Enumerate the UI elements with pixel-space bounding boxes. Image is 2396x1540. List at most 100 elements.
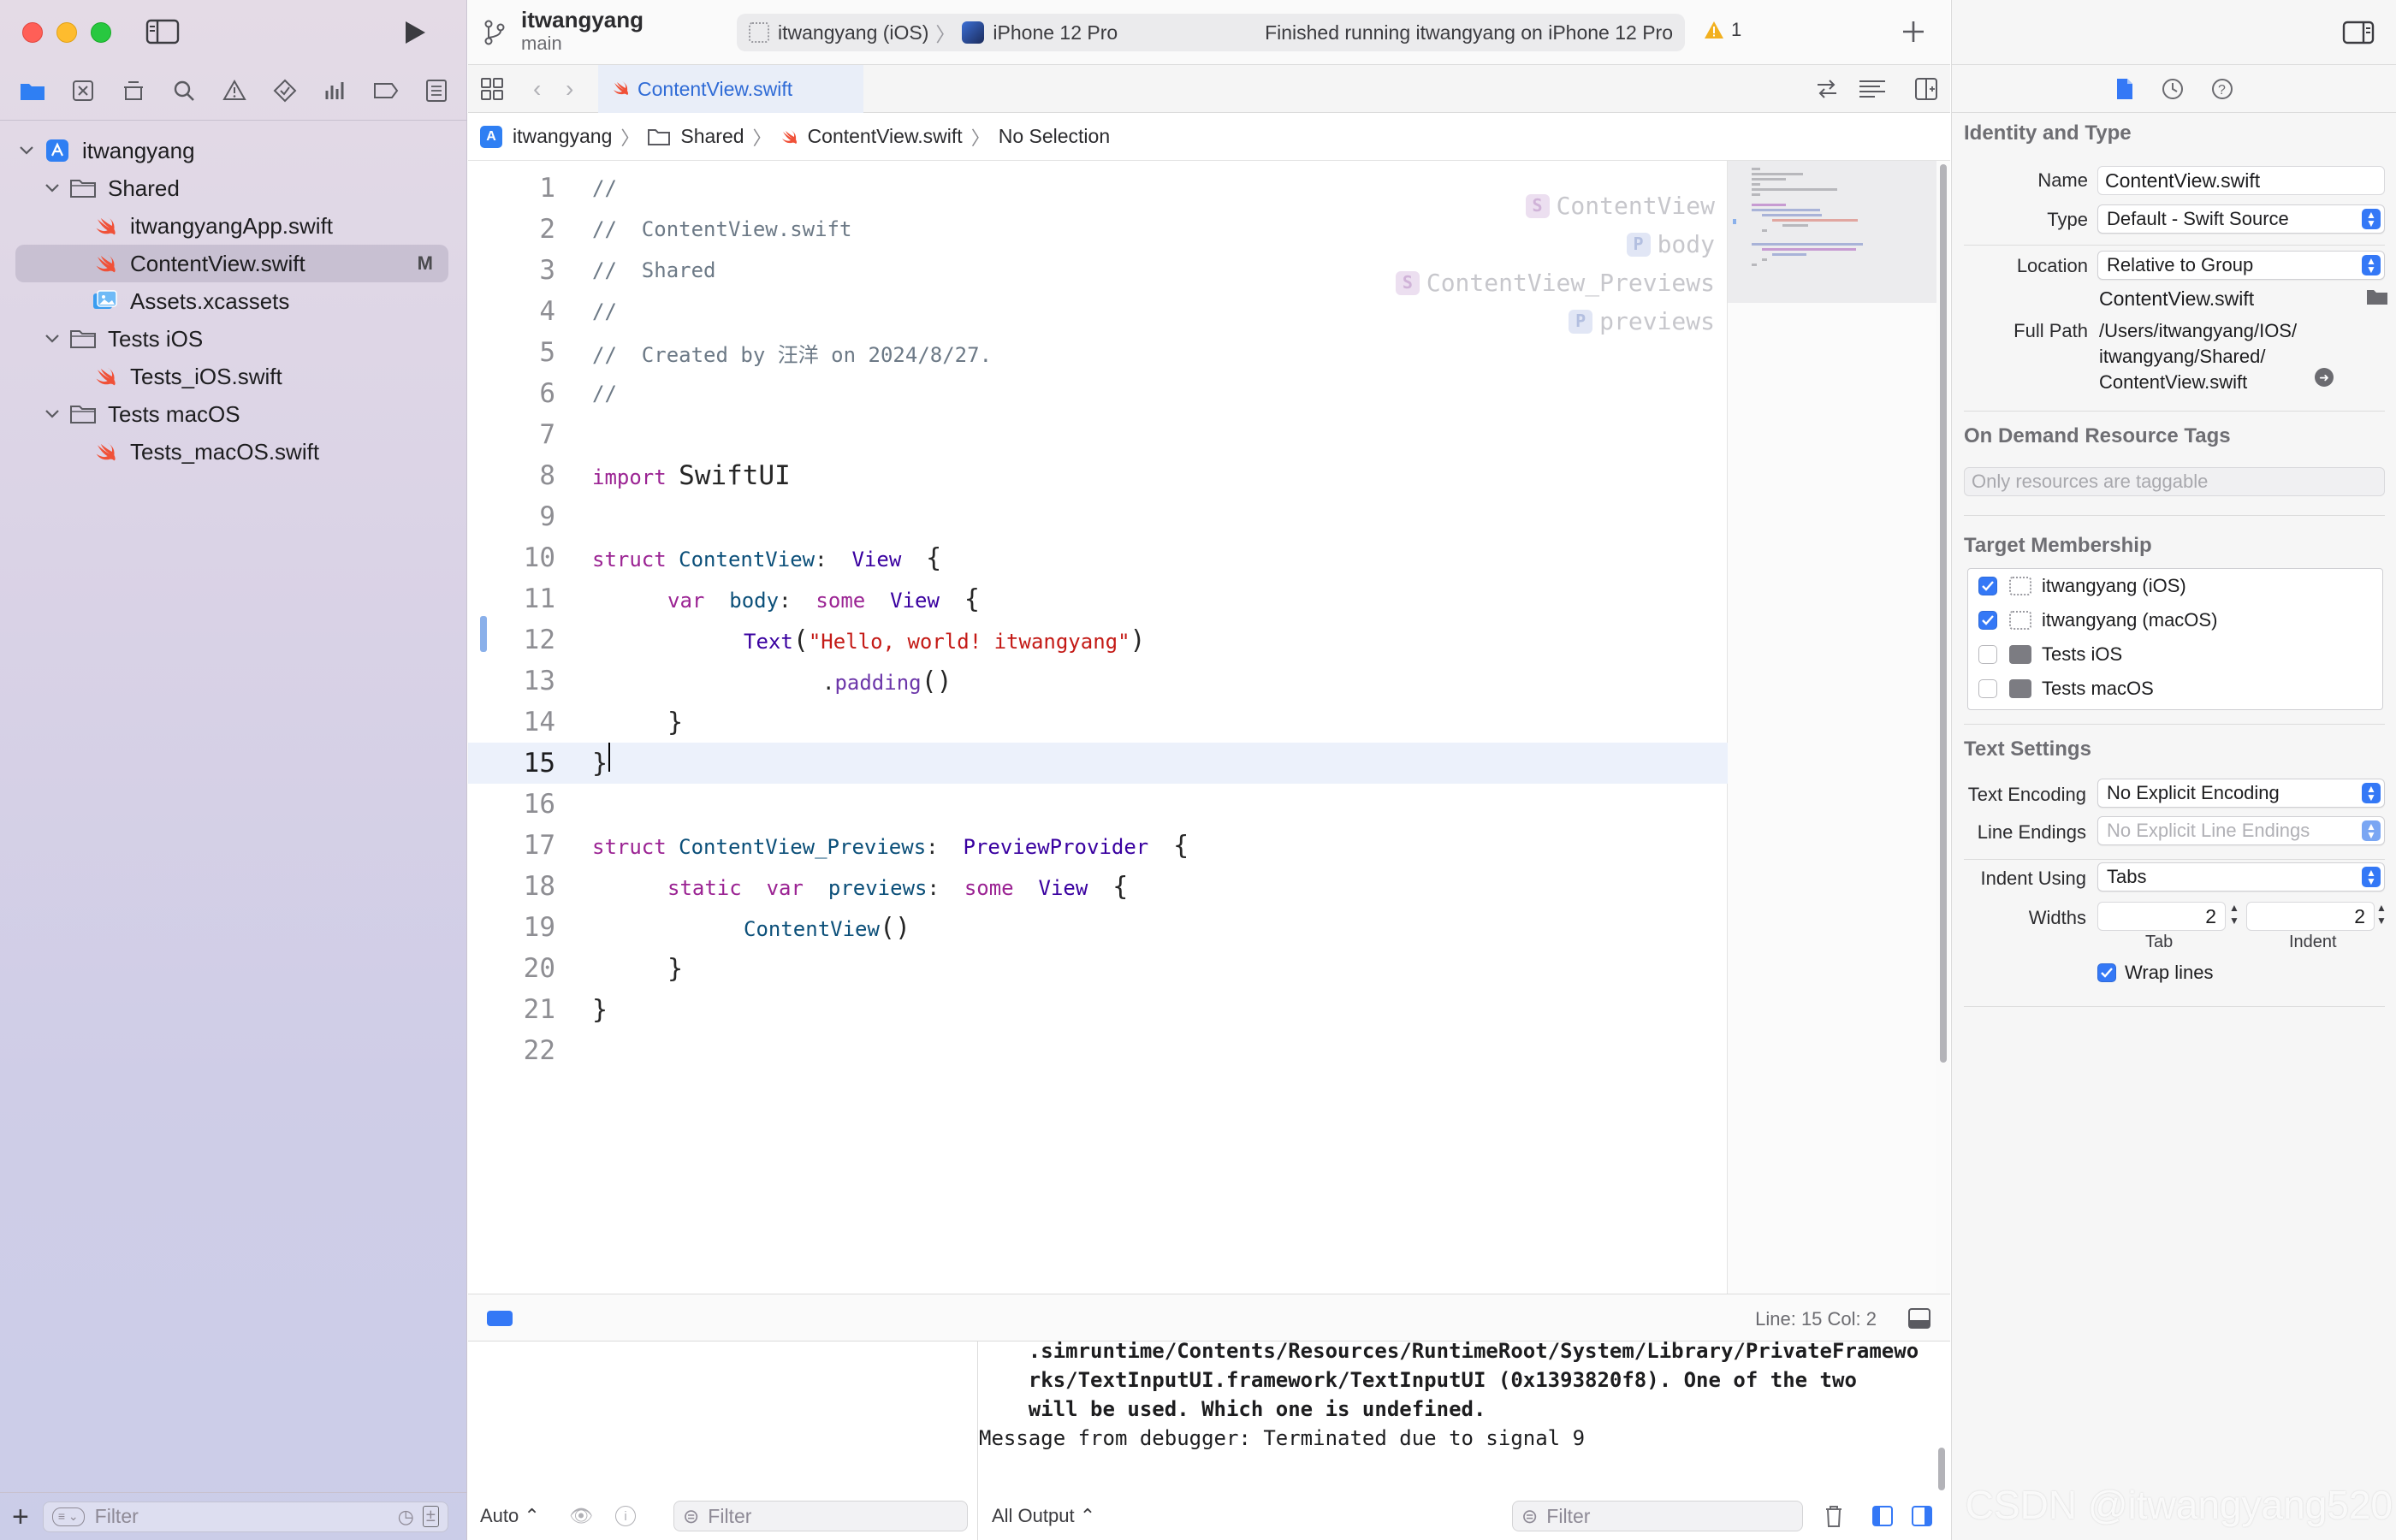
membership-row[interactable]: itwangyang (iOS) <box>1968 569 2382 603</box>
branch-name[interactable]: main <box>521 33 562 55</box>
minimize-window-button[interactable] <box>56 22 77 43</box>
zoom-window-button[interactable] <box>91 22 111 43</box>
history-inspector-icon[interactable] <box>2161 77 2185 101</box>
type-popup[interactable]: Default - Swift Source ▲ ▼ <box>2097 204 2385 234</box>
outline-item[interactable]: Pbody <box>1396 225 1715 264</box>
nav-item-shared[interactable]: Shared <box>15 169 448 207</box>
nav-item-tests-ios-swift[interactable]: Tests_iOS.swift <box>15 358 448 395</box>
filter-menu-icon[interactable]: ≡ ⌄ <box>51 1507 85 1526</box>
minimap[interactable] <box>1728 161 1936 1294</box>
recent-files-icon[interactable]: ◷ <box>398 1506 414 1528</box>
reveal-in-finder-icon[interactable]: ➜ <box>2315 368 2334 387</box>
checkbox-checked-icon[interactable] <box>1978 611 1997 630</box>
debug-navigator-icon[interactable] <box>322 77 349 104</box>
hide-debug-area-icon[interactable] <box>1907 1307 1931 1330</box>
membership-row[interactable]: Tests iOS <box>1968 637 2382 672</box>
breadcrumb-group[interactable]: Shared 〉 <box>648 123 780 151</box>
test-navigator-icon[interactable] <box>271 77 299 104</box>
breadcrumb-project[interactable]: A itwangyang 〉 <box>480 123 648 151</box>
nav-item-assets-xcassets[interactable]: Assets.xcassets <box>15 282 448 320</box>
ondemand-section-title: On Demand Resource Tags <box>1964 424 2231 447</box>
wrap-lines-checkbox[interactable]: Wrap lines <box>2097 962 2214 984</box>
console-scrollbar-thumb[interactable] <box>1938 1448 1945 1490</box>
resource-tags-field[interactable]: Only resources are taggable <box>1964 467 2385 496</box>
device-selector[interactable]: iPhone 12 Pro <box>993 21 1118 44</box>
outline-item[interactable]: Ppreviews <box>1396 302 1715 341</box>
search-icon[interactable] <box>170 77 198 104</box>
auto-variables-selector[interactable]: Auto ⌃ <box>480 1505 540 1527</box>
location-popup[interactable]: Relative to Group ▲ ▼ <box>2097 251 2385 280</box>
tab-width-field[interactable]: 2 <box>2097 902 2226 931</box>
editor-scrollbar[interactable] <box>1936 161 1950 1294</box>
editor-options-icon[interactable] <box>1858 77 1887 101</box>
console-filter-field[interactable]: ⊜ Filter <box>1512 1501 1803 1531</box>
membership-row[interactable]: itwangyang (macOS) <box>1968 603 2382 637</box>
folder-icon[interactable] <box>2366 287 2388 306</box>
show-console-icon[interactable] <box>1911 1505 1933 1527</box>
add-file-icon[interactable]: + <box>12 1502 29 1531</box>
forward-icon[interactable]: › <box>566 75 573 103</box>
checkbox-unchecked-icon[interactable] <box>1978 645 1997 664</box>
indent-using-popup[interactable]: Tabs ▲ ▼ <box>2097 862 2385 891</box>
warning-indicator[interactable]: 1 <box>1704 19 1741 41</box>
show-variables-icon[interactable] <box>1871 1505 1894 1527</box>
disclosure-chevron-icon[interactable] <box>41 328 63 350</box>
indent-width-stepper-icon[interactable]: ▲ ▼ <box>2376 902 2387 927</box>
eye-icon[interactable]: 👁 <box>569 1505 593 1527</box>
nav-item-tests-macos[interactable]: Tests macOS <box>15 395 448 433</box>
variables-filter-field[interactable]: ⊜ Filter <box>673 1501 968 1531</box>
name-field[interactable]: ContentView.swift <box>2097 166 2385 195</box>
nav-item-tests-ios[interactable]: Tests iOS <box>15 320 448 358</box>
symbol-navigator-icon[interactable] <box>120 77 147 104</box>
project-title[interactable]: itwangyang <box>521 7 643 33</box>
console-output[interactable]: .simruntime/Contents/Resources/RuntimeRo… <box>979 1342 1950 1492</box>
close-window-button[interactable] <box>22 22 43 43</box>
nav-item-itwangyang[interactable]: itwangyang <box>15 132 448 169</box>
type-label: Type <box>2047 209 2088 230</box>
outline-item[interactable]: S ContentView_Previews <box>1395 264 1715 302</box>
membership-row[interactable]: Tests macOS <box>1968 672 2382 706</box>
indent-width-field[interactable]: 2 <box>2246 902 2375 931</box>
sidebar-toggle-icon[interactable] <box>145 19 180 44</box>
encoding-popup[interactable]: No Explicit Encoding ▲ ▼ <box>2097 779 2385 808</box>
source-control-changes-icon[interactable] <box>1815 77 1839 101</box>
tab-contentview[interactable]: ContentView.swift <box>598 65 863 113</box>
source-control-navigator-icon[interactable] <box>69 77 97 104</box>
related-items-icon[interactable] <box>480 77 504 101</box>
nav-item-contentview-swift[interactable]: ContentView.swift M <box>15 245 448 282</box>
add-library-button[interactable] <box>1899 17 1928 46</box>
info-icon[interactable]: i <box>615 1506 636 1526</box>
nav-item-itwangyangapp-swift[interactable]: itwangyangApp.swift <box>15 207 448 245</box>
checkbox-checked-icon[interactable] <box>1978 577 1997 595</box>
project-navigator-icon[interactable] <box>19 77 46 104</box>
scm-filter-icon[interactable]: ± <box>422 1506 439 1527</box>
inspector-toggle-icon[interactable] <box>2342 21 2375 44</box>
scheme-selector[interactable]: itwangyang (iOS) <box>778 21 928 44</box>
help-inspector-icon[interactable]: ? <box>2210 77 2234 101</box>
code-brace: } <box>592 994 608 1025</box>
file-inspector-icon[interactable] <box>2114 77 2135 101</box>
disclosure-chevron-icon[interactable] <box>15 139 38 162</box>
navigator-filter-field[interactable]: ≡ ⌄ Filter ◷ ± <box>42 1501 448 1532</box>
debug-bar: Line: 15 Col: 2 <box>468 1294 1950 1342</box>
issue-navigator-icon[interactable] <box>221 77 248 104</box>
split-editor-icon[interactable] <box>1914 77 1938 101</box>
breakpoint-navigator-icon[interactable] <box>372 77 400 104</box>
output-selector[interactable]: All Output ⌃ <box>992 1505 1095 1527</box>
report-navigator-icon[interactable] <box>423 77 450 104</box>
scrollbar-thumb[interactable] <box>1940 164 1947 1063</box>
disclosure-chevron-icon[interactable] <box>41 403 63 425</box>
nav-item-tests-macos-swift[interactable]: Tests_macOS.swift <box>15 433 448 471</box>
trash-icon[interactable] <box>1824 1504 1844 1528</box>
breakpoints-toggle-icon[interactable] <box>487 1311 513 1326</box>
tab-width-stepper-icon[interactable]: ▲ ▼ <box>2229 902 2239 927</box>
line-endings-popup[interactable]: No Explicit Line Endings ▲ ▼ <box>2097 816 2385 845</box>
back-icon[interactable]: ‹ <box>533 75 541 103</box>
source-editor[interactable]: 1 // 2 // ContentView.swift 3 // Shared 4 //… <box>468 161 1728 1294</box>
disclosure-chevron-icon[interactable] <box>41 177 63 199</box>
outline-item[interactable]: S ContentView <box>1396 187 1715 225</box>
run-button[interactable] <box>399 17 430 48</box>
checkbox-unchecked-icon[interactable] <box>1978 679 1997 698</box>
breadcrumb-file[interactable]: ContentView.swift 〉 <box>780 123 999 151</box>
breadcrumb-selection[interactable]: No Selection <box>999 125 1110 148</box>
